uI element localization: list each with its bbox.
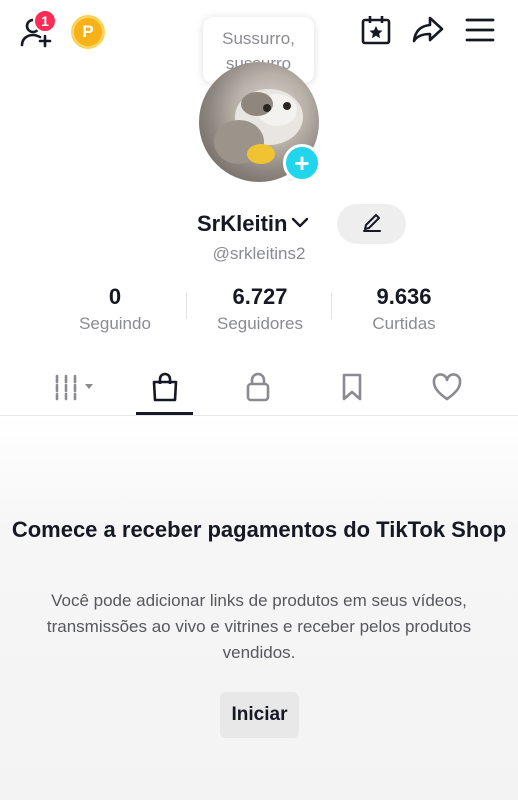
stat-followers[interactable]: 6.727 Seguidores — [185, 284, 335, 334]
username-row[interactable]: SrKleitin — [197, 211, 309, 237]
tab-private[interactable] — [234, 368, 282, 410]
shop-title: Comece a receber pagamentos do TikTok Sh… — [11, 517, 507, 542]
videos-grid-icon — [52, 373, 96, 406]
stat-following[interactable]: 0 Seguindo — [40, 284, 190, 334]
user-handle: @srkleitins2 — [212, 244, 306, 263]
stat-value: 6.727 — [232, 284, 288, 309]
stat-label: Curtidas — [372, 314, 436, 333]
stat-label: Seguidores — [216, 314, 303, 333]
stat-value: 9.636 — [376, 284, 432, 309]
shop-description: Você pode adicionar links de produtos em… — [46, 591, 472, 662]
stat-likes[interactable]: 9.636 Curtidas — [329, 284, 479, 334]
notification-badge: 1 — [33, 9, 57, 33]
coin-icon[interactable]: P — [71, 15, 105, 49]
start-button[interactable]: Iniciar — [220, 692, 299, 738]
stat-value: 0 — [108, 284, 122, 309]
liked-heart-icon — [431, 372, 463, 407]
add-avatar-button[interactable]: + — [283, 144, 321, 182]
chevron-down-icon — [291, 216, 309, 234]
share-icon[interactable] — [410, 12, 446, 48]
bookmark-icon — [340, 372, 364, 407]
calendar-star-icon[interactable] — [358, 12, 394, 48]
edit-profile-button[interactable] — [337, 204, 406, 244]
tab-videos[interactable] — [48, 368, 100, 410]
shop-bag-icon — [150, 371, 180, 408]
tab-shop[interactable] — [136, 368, 193, 410]
tab-bookmarks[interactable] — [328, 368, 376, 410]
username: SrKleitin — [197, 211, 288, 236]
tooltip-line-1: Sussurro, — [222, 29, 295, 48]
stat-label: Seguindo — [79, 314, 151, 333]
tab-liked[interactable] — [422, 368, 472, 410]
menu-icon[interactable] — [462, 12, 498, 48]
private-lock-icon — [245, 371, 271, 408]
pencil-icon — [361, 211, 383, 238]
